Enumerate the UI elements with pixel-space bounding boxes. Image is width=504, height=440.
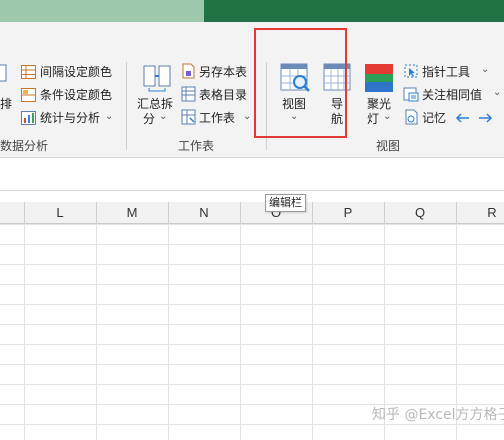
partial-button-label[interactable]: 排 (0, 97, 12, 111)
watermark: 知乎 @Excel方方格子 (372, 407, 504, 423)
stats-analysis-icon (21, 111, 36, 125)
worksheet-icon (181, 109, 196, 125)
spotlight-icon (365, 64, 393, 92)
formula-bar[interactable] (0, 163, 504, 191)
condition-color-icon (21, 88, 36, 102)
title-bar-tab-area (0, 0, 204, 22)
pointer-tool-icon (404, 64, 418, 78)
view-group-label: 视图 (376, 139, 401, 153)
condition-color-label: 条件设定颜色 (40, 88, 113, 102)
spotlight-label-line1: 聚光 (367, 97, 392, 111)
column-header-n[interactable]: N (168, 202, 240, 224)
partial-grid-icon (0, 64, 7, 82)
worksheet-group-label: 工作表 (178, 139, 215, 153)
data-analysis-group-label: 数据分析 (0, 139, 49, 153)
save-sheet-label: 另存本表 (199, 65, 248, 79)
spotlight-label-line2: 灯 (367, 112, 380, 126)
stats-analysis-chevron-down-icon: ⌄ (105, 111, 114, 122)
pointer-tool-chevron-down-icon: ⌄ (481, 64, 490, 75)
ribbon: 排 间隔设定颜色 条件设定颜色 统计与分析 ⌄ 数据分析 汇总拆 分 ⌄ 另存本… (0, 22, 504, 158)
group-divider (126, 62, 127, 150)
worksheet-menu-chevron-down-icon: ⌄ (243, 111, 252, 122)
interval-color-icon (21, 65, 36, 79)
sheet-directory-icon (181, 86, 196, 102)
save-sheet-icon (182, 63, 195, 79)
column-header-r[interactable]: R (456, 202, 504, 224)
summarize-split-icon (143, 65, 171, 92)
title-bar (0, 0, 504, 22)
summarize-split-label-line1: 汇总拆 (137, 97, 174, 111)
pointer-tool-label: 指针工具 (422, 65, 471, 79)
summarize-split-label-line2: 分 (143, 112, 156, 126)
summarize-split-chevron-down-icon: ⌄ (159, 111, 168, 122)
arrow-right-icon[interactable] (477, 111, 493, 125)
arrow-left-icon[interactable] (455, 111, 471, 125)
formula-bar-tooltip: 编辑栏 (265, 194, 306, 212)
interval-color-label: 间隔设定颜色 (40, 65, 113, 79)
same-value-chevron-down-icon: ⌄ (493, 87, 502, 98)
memory-label: 记忆 (422, 111, 447, 125)
spotlight-chevron-down-icon: ⌄ (383, 111, 392, 122)
worksheet-menu-label: 工作表 (199, 111, 236, 125)
column-header-m[interactable]: M (96, 202, 168, 224)
column-header-p[interactable]: P (312, 202, 384, 224)
memory-icon (405, 109, 418, 125)
same-value-label: 关注相同值 (422, 88, 483, 102)
highlight-box (254, 28, 347, 138)
stats-analysis-label: 统计与分析 (40, 111, 101, 125)
column-header-row: L M N O P Q R (0, 202, 504, 224)
same-value-icon (403, 87, 419, 102)
sheet-directory-label: 表格目录 (199, 88, 248, 102)
column-header-q[interactable]: Q (384, 202, 456, 224)
column-header-l[interactable]: L (24, 202, 96, 224)
